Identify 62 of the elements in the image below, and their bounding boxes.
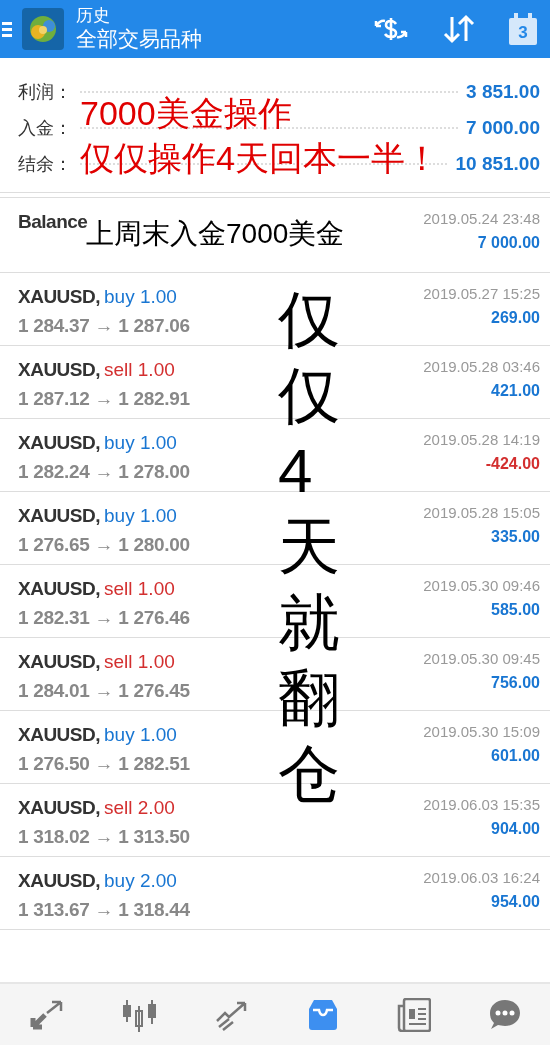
summary-label: 结余： [18,152,72,176]
symbol-label: XAUUSD, [18,505,100,526]
order-type: buy 2.00 [104,870,177,891]
profit-value: 601.00 [490,745,540,766]
profit-value: 335.00 [490,526,540,547]
order-type: sell 1.00 [104,359,175,380]
price-range: 1 318.02 → 1 313.50 [18,824,190,849]
profit-value: 904.00 [490,818,540,839]
deal-date: 2019.05.27 15:25 [423,284,540,304]
deal-date: 2019.05.28 14:19 [423,430,540,450]
symbol-label: XAUUSD, [18,797,100,818]
profit-value: -424.00 [484,453,540,474]
symbol-label: XAUUSD, [18,651,100,672]
order-type: buy 1.00 [104,286,177,307]
profit-value: 269.00 [490,307,540,328]
price-range: 1 313.67 → 1 318.44 [18,897,190,922]
summary-label: 入金： [18,116,72,140]
summary-value: 7 000.00 [466,115,540,140]
summary-label: 利润： [18,80,72,104]
order-type: buy 1.00 [104,432,177,453]
price-range: 1 284.37 → 1 287.06 [18,313,190,338]
deal-date: 2019.05.30 09:46 [423,576,540,596]
price-range: 1 276.65 → 1 280.00 [18,532,190,557]
symbol-label: XAUUSD, [18,286,100,307]
order-type: sell 1.00 [104,651,175,672]
annotation-text: 仅仅4天就翻仓 [278,284,340,810]
order-type: sell 2.00 [104,797,175,818]
deal-date: 2019.05.24 23:48 [423,209,540,229]
symbol-label: XAUUSD, [18,724,100,745]
annotation-text: 仅仅操作4天回本一半！ [80,140,439,178]
deal-date: 2019.05.30 09:45 [423,649,540,669]
balance-label: Balance [18,210,88,232]
deal-date: 2019.06.03 15:35 [423,795,540,815]
calendar-button[interactable]: 3 [504,8,542,50]
profit-value: 421.00 [490,380,540,401]
order-type: buy 1.00 [104,724,177,745]
annotation-text: 上周末入金7000美金 [86,218,345,251]
price-range: 1 276.50 → 1 282.51 [18,751,190,776]
profit-value: 756.00 [490,672,540,693]
order-type: sell 1.00 [104,578,175,599]
filter-selector[interactable]: 全部交易品种 [76,25,202,51]
profit-value: 585.00 [490,599,540,620]
symbol-label: XAUUSD, [18,432,100,453]
deal-date: 2019.05.28 03:46 [423,357,540,377]
price-range: 1 282.31 → 1 276.46 [18,605,190,630]
symbol-label: XAUUSD, [18,578,100,599]
summary-value: 10 851.00 [455,151,540,176]
app-logo-icon [22,8,64,50]
deal-amount: 7 000.00 [476,232,540,253]
price-range: 1 284.01 → 1 276.45 [18,678,190,703]
symbol-label: XAUUSD, [18,870,100,891]
order-type: buy 1.00 [104,505,177,526]
deal-date: 2019.06.03 16:24 [423,868,540,888]
summary-value: 3 851.00 [466,79,540,104]
deal-date: 2019.05.30 15:09 [423,722,540,742]
profit-value: 954.00 [490,891,540,912]
price-range: 1 282.24 → 1 278.00 [18,459,190,484]
annotation-text: 7000美金操作 [80,95,292,133]
symbol-label: XAUUSD, [18,359,100,380]
price-range: 1 287.12 → 1 282.91 [18,386,190,411]
deal-date: 2019.05.28 15:05 [423,503,540,523]
screen-title: 历史 [76,7,110,26]
